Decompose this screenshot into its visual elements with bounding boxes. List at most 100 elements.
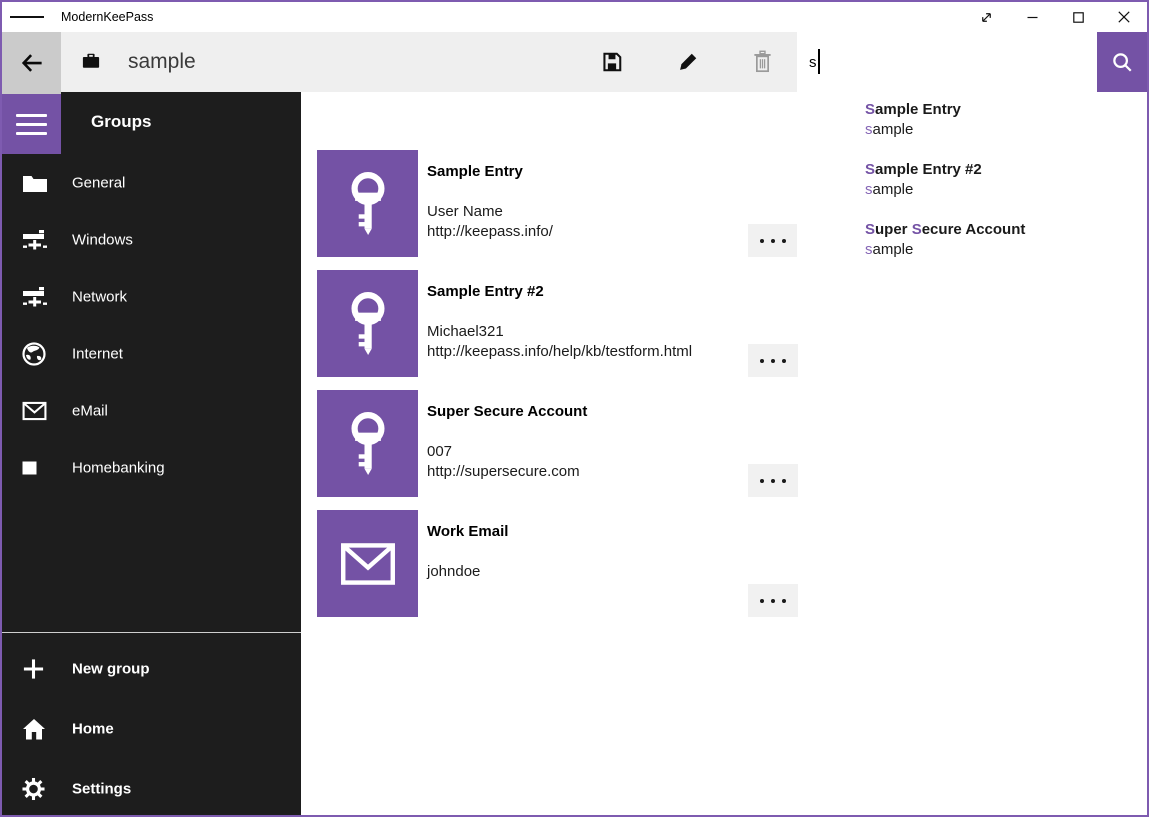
home-icon [22, 718, 47, 740]
suggestion-subtitle: sample [865, 180, 982, 200]
key-icon [345, 171, 391, 237]
back-button[interactable] [2, 32, 61, 94]
minimize-button[interactable] [1009, 2, 1055, 32]
sidebar-item-label: New group [72, 661, 150, 678]
sidebar-item-label: Home [72, 721, 114, 738]
network-icon [22, 229, 48, 250]
ellipsis-icon [760, 359, 764, 363]
search-button[interactable] [1097, 32, 1147, 92]
folder-icon [22, 174, 48, 192]
entry-more-button[interactable] [748, 584, 798, 617]
minimize-icon [1027, 12, 1038, 23]
sidebar-item-home[interactable]: Home [2, 699, 301, 759]
sidebar-item-label: Windows [72, 231, 133, 248]
entry-title: Sample Entry #2 [427, 283, 544, 300]
sidebar: Groups General Windows Network Internet [2, 92, 301, 815]
sidebar-item-network[interactable]: Network [2, 268, 301, 325]
sidebar-item-label: eMail [72, 402, 108, 419]
suggestion-item[interactable]: Super Secure Account sample [865, 220, 1025, 260]
sidebar-item-settings[interactable]: Settings [2, 759, 301, 819]
entry-tile[interactable] [317, 390, 418, 497]
sidebar-hamburger-button[interactable] [2, 94, 61, 154]
entry-username: 007 [427, 442, 580, 462]
ellipsis-icon [760, 599, 764, 603]
trash-icon [751, 50, 774, 74]
suggestion-title: Super Secure Account [865, 220, 1025, 240]
database-title: sample [128, 32, 196, 92]
entry-title: Work Email [427, 523, 508, 540]
square-icon [22, 461, 48, 475]
sidebar-item-homebanking[interactable]: Homebanking [2, 439, 301, 496]
ellipsis-icon [760, 239, 764, 243]
suggestion-title: Sample Entry [865, 100, 961, 120]
mail-icon [339, 541, 397, 587]
suggestion-subtitle: sample [865, 240, 1025, 260]
sidebar-item-label: Network [72, 288, 127, 305]
save-icon [601, 51, 623, 73]
close-icon [1118, 11, 1130, 23]
maximize-button[interactable] [1055, 2, 1101, 32]
edit-button[interactable] [658, 32, 718, 92]
sidebar-item-email[interactable]: eMail [2, 382, 301, 439]
save-button[interactable] [582, 32, 642, 92]
search-input[interactable] [797, 32, 1097, 92]
suggestion-title: Sample Entry #2 [865, 160, 982, 180]
entry-more-button[interactable] [748, 344, 798, 377]
entry-tile[interactable] [317, 270, 418, 377]
entry-tile[interactable] [317, 150, 418, 257]
app-title: ModernKeePass [61, 2, 153, 32]
command-bar: sample [2, 32, 1147, 92]
globe-icon [22, 342, 48, 366]
sidebar-item-windows[interactable]: Windows [2, 211, 301, 268]
entry-row[interactable]: Work Email johndoe [301, 510, 1147, 617]
key-icon [345, 291, 391, 357]
sidebar-item-new-group[interactable]: New group [2, 639, 301, 699]
title-bar: ModernKeePass [2, 2, 1147, 32]
sidebar-divider [2, 632, 301, 633]
magnifier-icon [1110, 50, 1134, 74]
entry-tile[interactable] [317, 510, 418, 617]
sidebar-item-general[interactable]: General [2, 154, 301, 211]
entry-subtitle: 007 http://supersecure.com [427, 442, 580, 482]
entry-url: http://supersecure.com [427, 462, 580, 482]
entry-username: Michael321 [427, 322, 692, 342]
edit-pencil-icon [677, 51, 699, 73]
entry-title: Super Secure Account [427, 403, 587, 420]
suggestion-item[interactable]: Sample Entry #2 sample [865, 160, 982, 200]
add-icon [22, 658, 47, 681]
entry-title: Sample Entry [427, 163, 523, 180]
back-arrow-icon [18, 49, 46, 77]
mail-icon [22, 401, 48, 420]
entry-row[interactable]: Super Secure Account 007 http://supersec… [301, 390, 1147, 497]
close-button[interactable] [1101, 2, 1147, 32]
diagonal-resize-icon [979, 10, 994, 25]
app-window: ModernKeePass [0, 0, 1149, 817]
network-icon [22, 286, 48, 307]
entry-more-button[interactable] [748, 464, 798, 497]
entry-subtitle: johndoe [427, 562, 480, 582]
ellipsis-icon [760, 479, 764, 483]
settings-icon [22, 778, 47, 801]
groups-header: Groups [91, 112, 151, 132]
entry-url: http://keepass.info/ [427, 222, 553, 242]
fullscreen-button[interactable] [963, 2, 1009, 32]
text-caret [818, 49, 820, 74]
entry-username: User Name [427, 202, 553, 222]
database-icon [82, 53, 100, 69]
entry-url: http://keepass.info/help/kb/testform.htm… [427, 342, 692, 362]
sidebar-item-label: Settings [72, 781, 131, 798]
sidebar-item-label: Homebanking [72, 459, 165, 476]
entry-subtitle: User Name http://keepass.info/ [427, 202, 553, 242]
search-box [797, 32, 1097, 92]
suggestion-subtitle: sample [865, 120, 961, 140]
command-bar-surface: sample [61, 32, 797, 92]
suggestion-item[interactable]: Sample Entry sample [865, 100, 961, 140]
entry-username: johndoe [427, 562, 480, 582]
titlebar-hamburger-icon[interactable] [10, 2, 44, 32]
sidebar-item-label: General [72, 174, 125, 191]
entry-more-button[interactable] [748, 224, 798, 257]
sidebar-item-internet[interactable]: Internet [2, 325, 301, 382]
sidebar-item-label: Internet [72, 345, 123, 362]
delete-button[interactable] [732, 32, 792, 92]
search-suggestions: Sample Entry sample Sample Entry #2 samp… [797, 92, 1147, 288]
